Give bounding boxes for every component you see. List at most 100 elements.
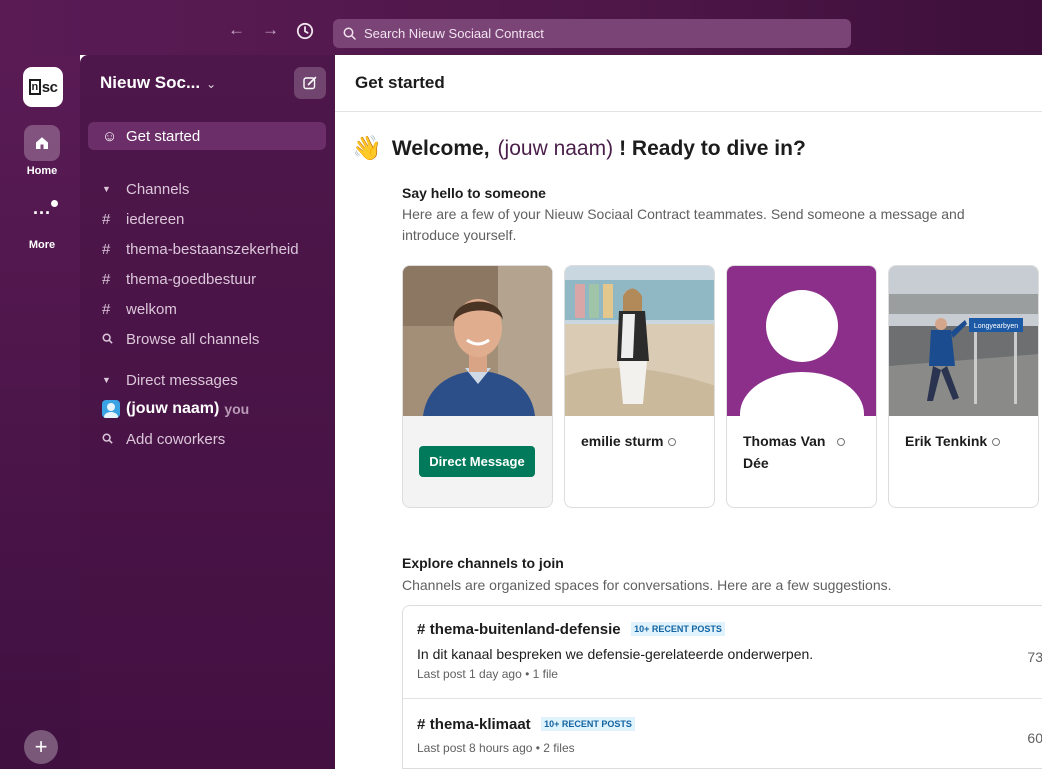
add-workspace-button[interactable]: + <box>24 730 58 764</box>
search-icon <box>343 27 356 40</box>
caret-down-icon: ▼ <box>102 184 111 194</box>
hash-icon: # <box>102 300 111 318</box>
teammate-name[interactable]: emilie sturm <box>581 430 706 452</box>
recent-posts-badge: 10+ RECENT POSTS <box>631 622 725 636</box>
hello-section-desc-1: Here are a few of your Nieuw Sociaal Con… <box>402 206 965 222</box>
channel-label: iedereen <box>126 210 185 228</box>
search-icon <box>102 331 126 348</box>
teammate-card[interactable]: emilie sturm <box>564 265 715 508</box>
teammate-photo: Longyearbyen <box>889 266 1038 416</box>
home-label: Home <box>26 165 58 177</box>
name-text: emilie sturm <box>581 433 664 449</box>
channel-meta: Last post 8 hours ago • 2 files <box>417 741 575 755</box>
presence-away-icon <box>992 438 1001 447</box>
welcome-heading: 👋 Welcome, (jouw naam) ! Ready to dive i… <box>352 134 806 163</box>
suggested-channels-list: # thema-buitenland-defensie 10+ RECENT P… <box>402 605 1042 769</box>
browse-channels-button[interactable]: Browse all channels <box>88 325 326 353</box>
search-input[interactable]: Search Nieuw Sociaal Contract <box>333 19 851 48</box>
channels-section-header[interactable]: ▼ Channels <box>88 175 326 203</box>
workspace-name: Nieuw Soc... <box>100 73 201 92</box>
sidebar-item-thema-bestaanszekerheid[interactable]: # thema-bestaanszekerheid <box>88 235 326 263</box>
top-bar: ← → Search Nieuw Sociaal Contract <box>0 0 1042 55</box>
hash-icon: # <box>102 240 111 258</box>
hash-icon: # <box>102 270 111 288</box>
plus-icon: + <box>34 734 48 759</box>
sidebar-item-get-started[interactable]: ☺ Get started <box>88 122 326 150</box>
channel-label: welkom <box>126 300 177 318</box>
forward-arrow-icon[interactable]: → <box>262 20 279 40</box>
hello-section-desc-2: introduce yourself. <box>402 227 517 243</box>
teammate-card[interactable]: Longyearbyen Erik Tenkink <box>888 265 1039 508</box>
channel-name: thema-klimaat <box>429 716 531 733</box>
caret-down-icon: ▼ <box>102 375 111 385</box>
hash-icon: # <box>102 210 111 228</box>
add-coworkers-label: Add coworkers <box>126 430 226 448</box>
page-title: Get started <box>355 73 445 92</box>
list-item[interactable]: # thema-buitenland-defensie 10+ RECENT P… <box>403 621 1042 681</box>
search-placeholder: Search Nieuw Sociaal Contract <box>364 26 544 41</box>
name-text: Erik Tenkink <box>905 433 988 449</box>
workspace-name-button[interactable]: Nieuw Soc... ⌄ <box>100 73 216 93</box>
channel-name: thema-buitenland-defensie <box>429 621 621 638</box>
more-icon: ··· <box>33 202 51 223</box>
divider <box>335 111 1042 112</box>
welcome-prefix: Welcome, <box>391 136 490 160</box>
name-text: Dée <box>743 455 769 471</box>
smiley-icon: ☺ <box>102 127 118 145</box>
section-label: Channels <box>126 180 190 198</box>
presence-away-icon <box>837 438 846 447</box>
hello-section-title: Say hello to someone <box>402 185 546 201</box>
explore-section-title: Explore channels to join <box>402 555 564 571</box>
dm-section-header[interactable]: ▼ Direct messages <box>88 366 326 394</box>
sidebar-item-iedereen[interactable]: # iedereen <box>88 205 326 233</box>
default-avatar <box>727 266 876 416</box>
explore-section-desc: Channels are organized spaces for conver… <box>402 577 892 593</box>
home-button[interactable] <box>24 125 60 161</box>
self-name: (jouw naam) <box>126 400 220 417</box>
you-tag: you <box>224 401 250 417</box>
sidebar-item-label: Get started <box>126 127 201 145</box>
channel-description: In dit kanaal bespreken we defensie-gere… <box>417 646 814 662</box>
presence-away-icon <box>668 438 677 447</box>
logo-box-letter: n <box>28 79 41 95</box>
name-text: Thomas Van <box>743 433 826 449</box>
waving-hand-icon: 👋 <box>352 135 382 162</box>
back-arrow-icon[interactable]: ← <box>228 20 245 40</box>
welcome-name: (jouw naam) <box>497 136 614 160</box>
member-count: 73 <box>1027 649 1042 665</box>
teammate-photo <box>565 266 714 416</box>
compose-icon <box>303 76 317 90</box>
welcome-suffix: ! Ready to dive in? <box>619 136 806 160</box>
chevron-down-icon: ⌄ <box>206 77 217 91</box>
workspace-rail: n sc Home ··· More + <box>0 55 80 769</box>
sidebar-item-thema-goedbestuur[interactable]: # thema-goedbestuur <box>88 265 326 293</box>
history-clock-icon[interactable] <box>296 22 314 40</box>
compose-button[interactable] <box>294 67 326 99</box>
home-icon <box>36 137 48 149</box>
teammate-photo <box>403 266 552 416</box>
sidebar-item-self-dm[interactable]: (jouw naam) you <box>88 395 326 423</box>
teammate-name[interactable]: Erik Tenkink <box>905 430 1030 452</box>
avatar <box>102 400 120 418</box>
add-coworkers-button[interactable]: Add coworkers <box>88 425 326 453</box>
channel-label: thema-goedbestuur <box>126 270 257 288</box>
main-panel: Get started 👋 Welcome, (jouw naam) ! Rea… <box>335 55 1042 769</box>
direct-message-button[interactable]: Direct Message <box>419 446 535 477</box>
divider <box>403 698 1042 699</box>
sign-text: Longyearbyen <box>974 323 1018 330</box>
browse-label: Browse all channels <box>126 330 260 348</box>
section-label: Direct messages <box>126 371 238 389</box>
teammate-name[interactable]: Thomas Van Dée <box>743 430 868 474</box>
workspace-logo[interactable]: n sc <box>23 67 63 107</box>
hash-icon: # <box>417 716 426 733</box>
list-item[interactable]: # thema-klimaat 10+ RECENT POSTS Last po… <box>403 716 1042 755</box>
sidebar-item-welkom[interactable]: # welkom <box>88 295 326 323</box>
activity-dot <box>51 200 58 207</box>
logo-text: sc <box>41 78 58 96</box>
teammate-card[interactable]: Thomas Van Dée <box>726 265 877 508</box>
recent-posts-badge: 10+ RECENT POSTS <box>541 717 635 731</box>
channel-meta: Last post 1 day ago • 1 file <box>417 667 558 681</box>
member-count: 60 <box>1027 730 1042 746</box>
teammate-card[interactable]: Direct Message <box>402 265 553 508</box>
more-label: More <box>28 239 56 251</box>
